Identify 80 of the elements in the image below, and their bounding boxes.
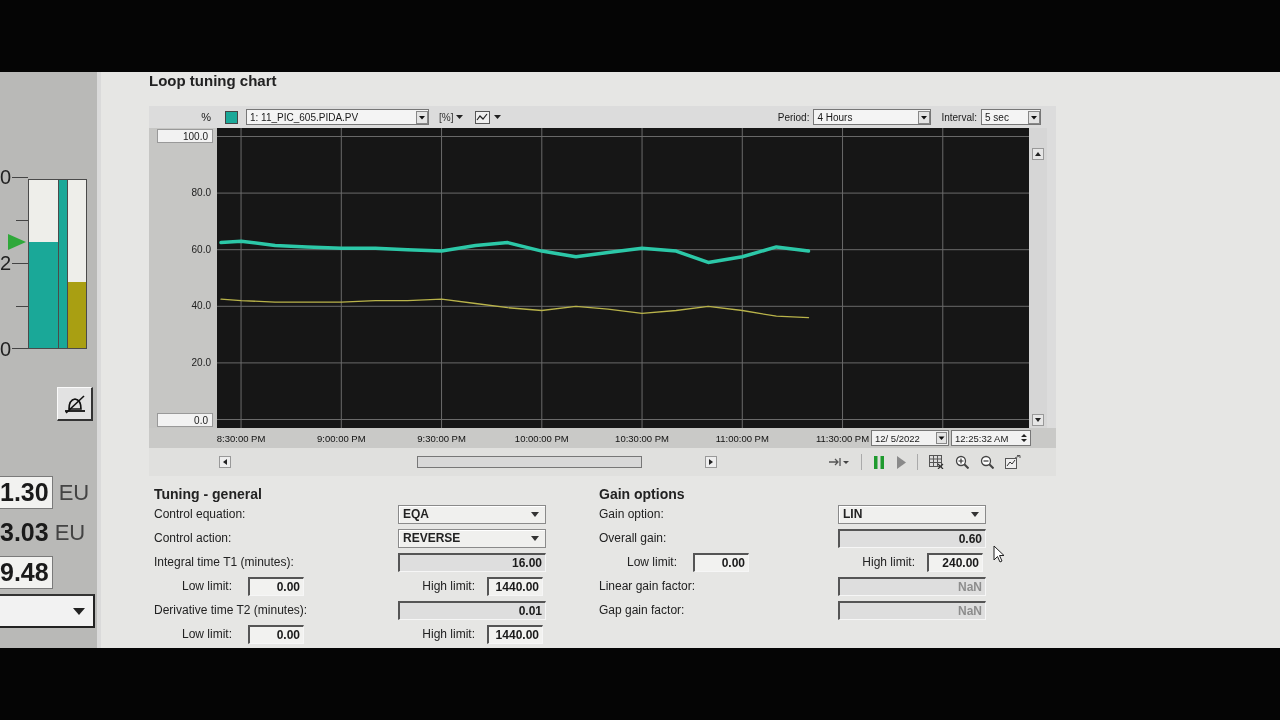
axis-min-field[interactable]: 0.0 — [157, 412, 213, 427]
period-label: Period: — [777, 111, 810, 123]
unit-menu-button[interactable]: [%] — [437, 111, 466, 123]
crossed-bell-button[interactable] — [57, 387, 93, 421]
field-label: Linear gain factor: — [599, 579, 697, 593]
axis-label: 80.0 — [191, 187, 211, 200]
field-label: Gain option: — [599, 507, 665, 521]
field-label: Integral time T1 (minutes): — [154, 555, 295, 569]
value-field[interactable]: 1.30 — [0, 476, 53, 509]
trace-dropdown[interactable]: 1: 11_PIC_605.PIDA.PV — [246, 109, 429, 125]
caret-icon[interactable] — [494, 115, 502, 119]
zoom-in-icon[interactable] — [955, 455, 969, 469]
axis-max-field[interactable]: 100.0 — [157, 129, 213, 144]
limit-field[interactable]: 240.00 — [927, 552, 983, 572]
limit-label: High limit: — [422, 579, 475, 593]
line-chart-icon[interactable] — [475, 110, 491, 124]
field-label: Control action: — [154, 531, 233, 545]
number-field[interactable]: 0.60 — [838, 528, 986, 548]
scale-label: 0 — [0, 167, 12, 187]
axis-label: 11:00:00 PM — [715, 433, 769, 444]
dropdown-field[interactable]: EQA — [398, 504, 546, 524]
value-field[interactable]: 9.48 — [0, 556, 53, 589]
section-title: Tuning - general — [154, 486, 263, 502]
dropdown-field[interactable] — [0, 594, 95, 628]
limit-label: Low limit: — [182, 627, 233, 641]
limit-label: High limit: — [422, 627, 475, 641]
scale-label: 0 — [0, 339, 12, 359]
unit-label: EU — [54, 519, 86, 546]
color-swatch-icon[interactable] — [225, 110, 238, 124]
caret-icon — [531, 511, 539, 517]
axis-label: 9:30:00 PM — [417, 433, 466, 444]
number-field[interactable]: 16.00 — [398, 552, 546, 572]
chart-window-icon[interactable] — [1005, 455, 1021, 469]
axis-label: 20.0 — [191, 356, 211, 369]
axis-label: 11:30:00 PM — [815, 433, 870, 444]
limit-label: High limit: — [862, 555, 915, 569]
axis-label: 10:00:00 PM — [514, 433, 569, 444]
mouse-pointer-icon — [993, 545, 1005, 563]
time-field[interactable]: 12:25:32 AM — [951, 430, 1031, 446]
caret-icon — [531, 535, 539, 541]
crossed-bell-icon — [62, 393, 87, 414]
interval-dropdown[interactable]: 5 sec — [981, 109, 1041, 125]
caret-icon — [456, 115, 464, 119]
axis-label: 60.0 — [191, 243, 211, 256]
interval-label: Interval: — [941, 111, 977, 123]
chart-title: Loop tuning chart — [149, 72, 278, 90]
field-label: Derivative time T2 (minutes): — [154, 603, 309, 617]
section-title: Gain options — [599, 486, 686, 502]
caret-icon — [73, 607, 85, 615]
scrollbar-thumb[interactable] — [417, 456, 642, 468]
zoom-out-icon[interactable] — [980, 455, 994, 469]
spin-arrows-icon — [1019, 432, 1029, 444]
date-field[interactable]: 12/ 5/2022 — [871, 430, 949, 446]
limit-field[interactable]: 0.00 — [248, 624, 304, 644]
axis-label: 10:30:00 PM — [615, 433, 669, 444]
limit-field[interactable]: 0.00 — [248, 576, 304, 596]
dropdown-field[interactable]: LIN — [838, 504, 986, 524]
number-field[interactable]: 0.01 — [398, 600, 546, 620]
limit-field[interactable]: 0.00 — [693, 552, 749, 572]
period-dropdown[interactable]: 4 Hours — [813, 109, 932, 125]
axis-unit-label: % — [200, 111, 212, 123]
play-icon[interactable] — [896, 455, 906, 469]
limit-field[interactable]: 1440.00 — [487, 576, 543, 596]
field-label: Control equation: — [154, 507, 247, 521]
axis-label: 40.0 — [191, 300, 211, 313]
field-label: Overall gain: — [599, 531, 668, 545]
unit-label: EU — [58, 479, 90, 506]
limit-label: Low limit: — [627, 555, 678, 569]
arrow-to-line-icon[interactable] — [828, 456, 850, 468]
caret-icon — [971, 511, 979, 517]
limit-label: Low limit: — [182, 579, 233, 593]
field-label: Gap gain factor: — [599, 603, 686, 617]
limit-field[interactable]: 1440.00 — [487, 624, 543, 644]
axis-label: 8:30:00 PM — [216, 433, 266, 444]
scale-label: 2 — [0, 253, 12, 273]
dropdown-field[interactable]: REVERSE — [398, 528, 546, 548]
value-text: 3.03 — [0, 518, 49, 547]
pause-icon[interactable] — [873, 455, 885, 469]
axis-label: 9:00:00 PM — [317, 433, 366, 444]
table-icon[interactable] — [929, 455, 944, 469]
